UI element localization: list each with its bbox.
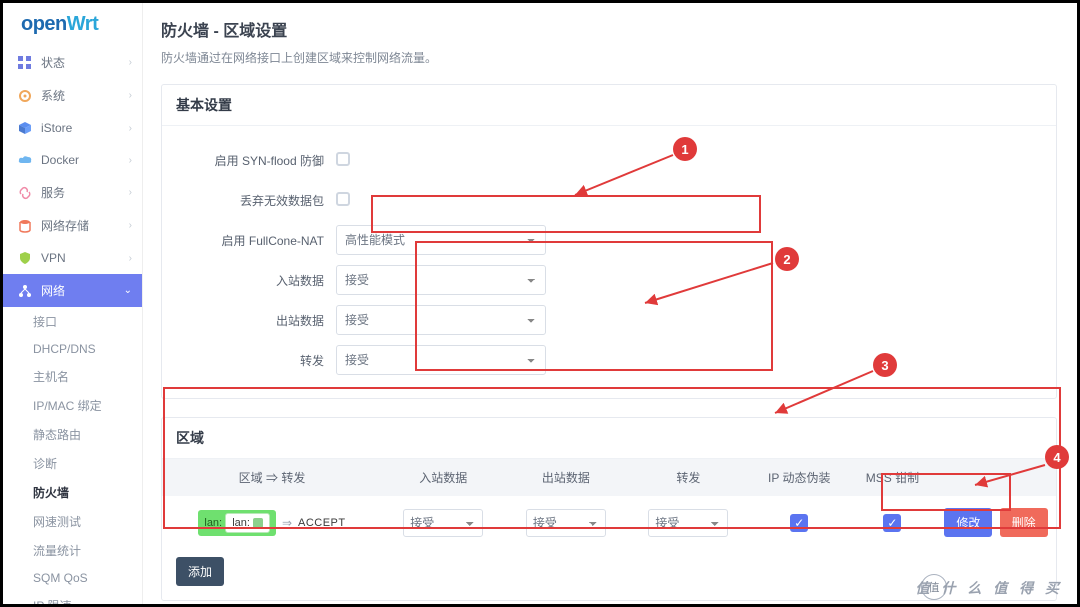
zones-panel: 区域 区域 ⇒ 转发 入站数据 出站数据 转发 IP 动态伪装 MSS 钳制 xyxy=(161,417,1057,601)
zone-inner-badge: lan: xyxy=(225,513,270,533)
nav-services[interactable]: 服务› xyxy=(3,176,142,209)
th-zone-forward: 区域 ⇒ 转发 xyxy=(162,459,382,496)
checkbox-masq[interactable]: ✓ xyxy=(790,514,808,532)
chevron-right-icon: › xyxy=(129,155,132,166)
th-input: 入站数据 xyxy=(382,459,505,496)
select-forward[interactable]: 接受 xyxy=(336,345,546,375)
subnav-ipmac[interactable]: IP/MAC 绑定 xyxy=(3,391,142,420)
shield-icon xyxy=(17,250,33,266)
basic-settings-panel: 基本设置 启用 SYN-flood 防御 丢弃无效数据包 启用 FullCone… xyxy=(161,84,1057,399)
logo-part2: Wrt xyxy=(67,13,98,35)
label-input: 入站数据 xyxy=(176,272,336,289)
zones-title: 区域 xyxy=(162,418,1056,459)
chevron-right-icon: › xyxy=(129,220,132,231)
nav-label: iStore xyxy=(41,121,129,135)
subnav-speedtest[interactable]: 网速测试 xyxy=(3,507,142,536)
th-masq: IP 动态伪装 xyxy=(750,459,849,496)
page-title: 防火墙 - 区域设置 xyxy=(161,17,1057,41)
delete-button[interactable]: 删除 xyxy=(1000,508,1048,537)
zone-accept-label: ACCEPT xyxy=(298,517,346,529)
basic-settings-title: 基本设置 xyxy=(162,85,1056,126)
th-forward: 转发 xyxy=(627,459,750,496)
select-input[interactable]: 接受 xyxy=(336,265,546,295)
add-button[interactable]: 添加 xyxy=(176,557,224,586)
zone-badge: lan: lan: ⇒ ACCEPT xyxy=(198,510,345,536)
link-icon xyxy=(17,185,33,201)
select-output[interactable]: 接受 xyxy=(336,305,546,335)
chevron-right-icon: › xyxy=(129,253,132,264)
select-fullcone[interactable]: 高性能模式 xyxy=(336,225,546,255)
page-description: 防火墙通过在网络接口上创建区域来控制网络流量。 xyxy=(161,49,1057,66)
logo: openWrt xyxy=(3,3,142,46)
nav-label: VPN xyxy=(41,251,129,265)
label-output: 出站数据 xyxy=(176,312,336,329)
chevron-down-icon: ⌄ xyxy=(124,285,132,296)
row-output: 出站数据 接受 xyxy=(176,304,1042,336)
nav-label: 系统 xyxy=(41,87,129,104)
subnav-routes[interactable]: 静态路由 xyxy=(3,420,142,449)
zones-header-row: 区域 ⇒ 转发 入站数据 出站数据 转发 IP 动态伪装 MSS 钳制 xyxy=(162,459,1056,496)
edit-button[interactable]: 修改 xyxy=(944,508,992,537)
chevron-right-icon: › xyxy=(129,57,132,68)
nav-docker[interactable]: Docker› xyxy=(3,144,142,176)
main-content: 防火墙 - 区域设置 防火墙通过在网络接口上创建区域来控制网络流量。 基本设置 … xyxy=(143,3,1077,604)
nav-network[interactable]: 网络⌄ xyxy=(3,274,142,307)
zone-forward-select[interactable]: 接受 xyxy=(648,509,728,537)
nav-label: Docker xyxy=(41,153,129,167)
row-input: 入站数据 接受 xyxy=(176,264,1042,296)
th-actions xyxy=(936,459,1056,496)
zone-output-select[interactable]: 接受 xyxy=(526,509,606,537)
nav-label: 服务 xyxy=(41,184,129,201)
zone-row-lan: lan: lan: ⇒ ACCEPT 接受 接受 接受 ✓ ✓ xyxy=(162,496,1056,549)
zones-table: 区域 ⇒ 转发 入站数据 出站数据 转发 IP 动态伪装 MSS 钳制 xyxy=(162,459,1056,549)
subnav-interfaces[interactable]: 接口 xyxy=(3,307,142,336)
network-icon xyxy=(17,283,33,299)
nav-label: 网络 xyxy=(41,282,124,299)
label-fullcone: 启用 FullCone-NAT xyxy=(176,232,336,249)
main-nav: 状态› 系统› iStore› Docker› 服务› 网络存储› VPN› 网… xyxy=(3,46,142,604)
subnav-diag[interactable]: 诊断 xyxy=(3,449,142,478)
zone-from-badge: lan: lan: xyxy=(198,510,276,536)
checkbox-mss[interactable]: ✓ xyxy=(883,514,901,532)
th-output: 出站数据 xyxy=(505,459,628,496)
chevron-right-icon: › xyxy=(129,187,132,198)
subnav-dhcpdns[interactable]: DHCP/DNS xyxy=(3,336,142,362)
gear-icon xyxy=(17,88,33,104)
zone-inner-icon xyxy=(253,518,263,528)
nav-storage[interactable]: 网络存储› xyxy=(3,209,142,242)
checkbox-synflood[interactable] xyxy=(336,152,350,166)
subnav: 接口 DHCP/DNS 主机名 IP/MAC 绑定 静态路由 诊断 防火墙 网速… xyxy=(3,307,142,604)
label-synflood: 启用 SYN-flood 防御 xyxy=(176,152,336,169)
nav-label: 状态 xyxy=(41,54,129,71)
subnav-sqm[interactable]: SQM QoS xyxy=(3,565,142,591)
label-dropinvalid: 丢弃无效数据包 xyxy=(176,192,336,209)
nav-istore[interactable]: iStore› xyxy=(3,112,142,144)
cube-icon xyxy=(17,120,33,136)
row-synflood: 启用 SYN-flood 防御 xyxy=(176,144,1042,176)
nav-status[interactable]: 状态› xyxy=(3,46,142,79)
logo-part1: open xyxy=(21,13,67,35)
chevron-right-icon: › xyxy=(129,123,132,134)
grid-icon xyxy=(17,55,33,71)
row-dropinvalid: 丢弃无效数据包 xyxy=(176,184,1042,216)
arrow-icon: ⇒ xyxy=(282,516,292,530)
row-forward: 转发 接受 xyxy=(176,344,1042,376)
subnav-traffic[interactable]: 流量统计 xyxy=(3,536,142,565)
subnav-hostnames[interactable]: 主机名 xyxy=(3,362,142,391)
nav-system[interactable]: 系统› xyxy=(3,79,142,112)
nav-vpn[interactable]: VPN› xyxy=(3,242,142,274)
zone-input-select[interactable]: 接受 xyxy=(403,509,483,537)
cloud-icon xyxy=(17,152,33,168)
database-icon xyxy=(17,218,33,234)
checkbox-dropinvalid[interactable] xyxy=(336,192,350,206)
label-forward: 转发 xyxy=(176,352,336,369)
nav-label: 网络存储 xyxy=(41,217,129,234)
th-mss: MSS 钳制 xyxy=(849,459,936,496)
row-fullcone: 启用 FullCone-NAT 高性能模式 xyxy=(176,224,1042,256)
sidebar: openWrt 状态› 系统› iStore› Docker› 服务› 网络存储… xyxy=(3,3,143,604)
watermark-text: 值 什 么 值 得 买 xyxy=(916,578,1063,598)
subnav-firewall[interactable]: 防火墙 xyxy=(3,478,142,507)
chevron-right-icon: › xyxy=(129,90,132,101)
subnav-iplimit[interactable]: IP 限速 xyxy=(3,591,142,604)
